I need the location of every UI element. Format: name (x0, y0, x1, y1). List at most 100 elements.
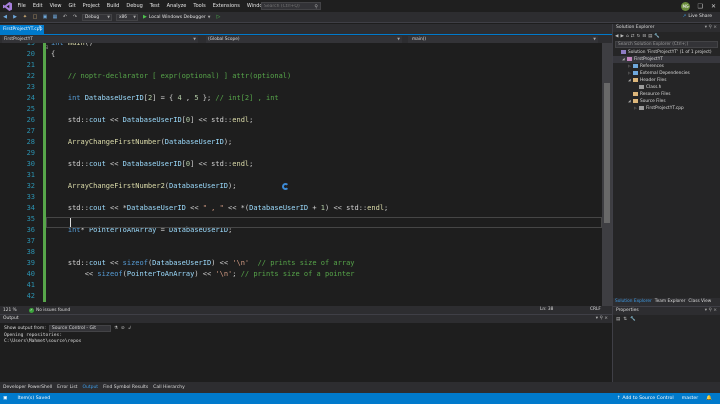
alphabetical-icon[interactable]: ⇅ (623, 317, 627, 322)
restore-icon[interactable]: ❑ (698, 3, 703, 10)
scope-dropdown[interactable]: (Global Scope) ▼ (206, 36, 402, 43)
chevron-down-icon[interactable]: ▾ (705, 25, 707, 30)
menu-git[interactable]: Git (65, 0, 79, 12)
properties-icon[interactable]: 🔧 (654, 34, 660, 39)
menu-build[interactable]: Build (103, 0, 123, 12)
open-icon[interactable]: □ (31, 13, 39, 21)
solution-explorer-search[interactable]: Search Solution Explorer (Ctrl+;) (615, 41, 718, 48)
editor-vertical-scrollbar[interactable] (602, 43, 612, 306)
save-all-icon[interactable]: ▦ (51, 13, 59, 21)
zoom-level[interactable]: 121 % (3, 308, 25, 313)
new-item-icon[interactable]: ✦ (21, 13, 29, 21)
code-line[interactable]: 39 std::cout << sizeof(DatabaseUserID) <… (0, 258, 600, 269)
tab-class-view[interactable]: Class View (688, 298, 711, 306)
scrollbar-thumb[interactable] (604, 83, 610, 223)
branch-indicator[interactable]: master (682, 393, 699, 404)
line-ending-indicator[interactable]: CRLF (590, 306, 601, 314)
code-line[interactable]: 28 ArrayChangeFirstNumber(DatabaseUserID… (0, 137, 600, 148)
pin-icon[interactable]: ⚲ (708, 308, 711, 313)
issues-indicator[interactable]: ✓ No issues found (29, 307, 70, 313)
menu-analyze[interactable]: Analyze (163, 0, 190, 12)
save-icon[interactable]: ▣ (41, 13, 49, 21)
tab-firstprojectyt-cpp[interactable]: FirstProjectYT.cpp × (0, 25, 44, 34)
forward-icon[interactable]: ▶ (11, 13, 19, 21)
tab-team-explorer[interactable]: Team Explorer (655, 298, 686, 306)
search-box[interactable]: ⚲ (261, 2, 321, 10)
find-message-icon[interactable]: ⚗ (114, 326, 118, 331)
home-icon[interactable]: ⌂ (626, 34, 629, 39)
close-icon[interactable]: × (713, 25, 717, 30)
tree-item[interactable]: ◢ Source Files (613, 98, 720, 105)
notifications-icon[interactable]: 🔔 (706, 393, 712, 404)
line-indicator[interactable]: Ln: 38 (540, 306, 553, 314)
code-line[interactable]: 27 (0, 126, 600, 137)
tab-error-list[interactable]: Error List (57, 382, 77, 393)
code-line[interactable]: 23 (0, 82, 600, 93)
start-without-debugging-icon[interactable]: ▷ (214, 13, 222, 21)
code-line[interactable]: 42 (0, 291, 600, 302)
code-line[interactable]: 21 (0, 60, 600, 71)
collapse-all-icon[interactable]: ⊟ (642, 34, 646, 39)
tree-item[interactable]: ▷ FirstProjectYT.cpp (613, 105, 720, 112)
close-icon[interactable]: × (604, 316, 608, 321)
code-line[interactable]: 37 (0, 236, 600, 247)
property-pages-icon[interactable]: 🔧 (630, 317, 636, 322)
tab-output[interactable]: Output (82, 382, 98, 393)
code-line[interactable]: 41 (0, 280, 600, 291)
code-line[interactable]: 32 ArrayChangeFirstNumber2(DatabaseUserI… (0, 181, 600, 192)
menu-tools[interactable]: Tools (190, 0, 209, 12)
pin-icon[interactable]: ⚲ (708, 25, 711, 30)
undo-icon[interactable]: ↶ (61, 13, 69, 21)
tree-item[interactable]: ◢ FirstProjectYT (613, 56, 720, 63)
chevron-down-icon[interactable]: ▾ (596, 316, 598, 321)
search-input[interactable] (264, 3, 314, 9)
code-line[interactable]: 29 (0, 148, 600, 159)
tree-item[interactable]: ▷ References (613, 63, 720, 70)
add-to-source-control-button[interactable]: ↑ Add to Source Control (617, 393, 674, 404)
back-icon[interactable]: ◀ (1, 13, 9, 21)
menu-debug[interactable]: Debug (123, 0, 146, 12)
output-text-area[interactable]: Opening repositories: C:\Users\Mahmet\sou… (0, 333, 612, 345)
tree-item[interactable]: ▷ External Dependencies (613, 70, 720, 77)
tab-solution-explorer[interactable]: Solution Explorer (615, 298, 652, 306)
tree-item[interactable]: Class.h (613, 84, 720, 91)
code-line[interactable]: 20 { (0, 49, 600, 60)
code-line[interactable]: 34 std::cout << *DatabaseUserID << " , "… (0, 203, 600, 214)
sync-icon[interactable]: ⇄ (631, 34, 635, 39)
menu-test[interactable]: Test (146, 0, 163, 12)
back-icon[interactable]: ◀ (615, 34, 618, 39)
word-wrap-icon[interactable]: ↲ (128, 326, 132, 331)
run-debugger-button[interactable]: ▶ Local Windows Debugger ▼ (143, 14, 210, 20)
refresh-icon[interactable]: ↻ (637, 34, 641, 39)
live-share-button[interactable]: ↗ Live Share (683, 14, 712, 19)
tab-find-symbol-results[interactable]: Find Symbol Results (103, 382, 148, 393)
tree-item[interactable]: ◢ Header Files (613, 77, 720, 84)
code-line[interactable]: 25 (0, 104, 600, 115)
close-icon[interactable]: × (713, 308, 717, 313)
tab-call-hierarchy[interactable]: Call Hierarchy (153, 382, 185, 393)
code-line[interactable]: 31 (0, 170, 600, 181)
tree-item[interactable]: Solution 'FirstProjectYT' (1 of 1 projec… (613, 49, 720, 56)
code-editor[interactable]: ⊟ 19 int main() 20{21 22 // noptr-declarato… (0, 43, 612, 306)
forward-icon[interactable]: ▶ (620, 34, 623, 39)
pin-icon[interactable]: ⚲ (599, 316, 602, 321)
project-dropdown[interactable]: FirstProjectYT ▼ (2, 36, 198, 43)
code-line[interactable]: 33 (0, 192, 600, 203)
minimize-icon[interactable]: — (684, 3, 690, 10)
clear-all-icon[interactable]: ⊘ (121, 326, 125, 331)
menu-view[interactable]: View (46, 0, 65, 12)
close-icon[interactable]: × (38, 25, 42, 30)
menu-file[interactable]: File (14, 0, 29, 12)
member-dropdown[interactable]: main() ▼ (408, 36, 598, 43)
output-source-select[interactable]: Source Control - Git (48, 324, 111, 332)
solution-explorer-scrollbar[interactable] (714, 54, 719, 284)
code-line[interactable]: 30 std::cout << DatabaseUserID[0] << std… (0, 159, 600, 170)
code-line[interactable]: 24 int DatabaseUserID[2] = { 4 , 5 }; //… (0, 93, 600, 104)
close-icon[interactable]: ✕ (711, 3, 716, 10)
chevron-down-icon[interactable]: ▾ (705, 308, 707, 313)
tree-item[interactable]: Resource Files (613, 91, 720, 98)
code-line[interactable]: 40 << sizeof(PointerToAnArray) << '\n'; … (0, 269, 600, 280)
menu-edit[interactable]: Edit (29, 0, 46, 12)
code-line[interactable]: 22 // noptr-declarator [ expr(optional) … (0, 71, 600, 82)
menu-extensions[interactable]: Extensions (209, 0, 243, 12)
